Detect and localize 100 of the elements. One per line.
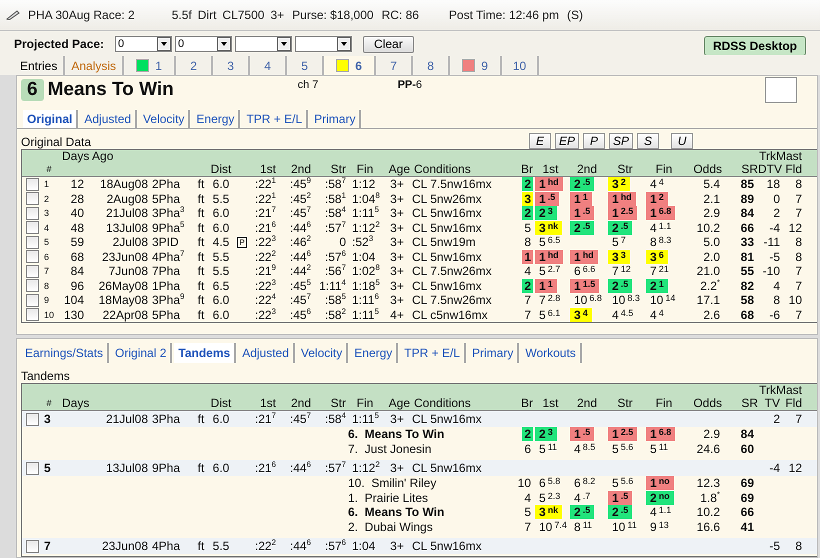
style-button[interactable]: S [637, 133, 660, 149]
table-cell-text: 8 [772, 293, 780, 308]
table-cell-text: ft [196, 461, 206, 475]
table-cell-text: 2.2$^{*}$ [699, 278, 721, 293]
table-cell-text: -11 [762, 235, 780, 250]
table-cell-text: 5Pha [151, 192, 182, 206]
view-tab[interactable]: Original [23, 110, 78, 128]
table-cell-text: 6.0 [212, 308, 230, 322]
table-cell-text: 6.0 [212, 220, 230, 235]
race-info-text: Post Time: 12:46 pm [448, 8, 559, 22]
table-cell-text: CL 5nw16mx [411, 250, 483, 264]
style-button[interactable]: SP [609, 133, 634, 149]
style-button[interactable]: EP [555, 133, 580, 149]
pace-dropdown[interactable] [235, 36, 292, 52]
table-cell-text: 2 [43, 194, 50, 204]
style-button[interactable]: U [671, 133, 694, 149]
row-checkbox[interactable] [26, 540, 39, 552]
table-cell-text: :44$^{6}$ [288, 250, 311, 264]
table-cell-text: :58$^{4}$ [324, 206, 346, 220]
race-info-text: (S) [566, 8, 583, 22]
table-cell-text: :52$^{3}$ [351, 235, 374, 250]
row-checkbox[interactable] [26, 206, 39, 220]
race-info-text: Dirt [198, 8, 216, 22]
table-cell-text: 7 [794, 206, 802, 220]
pace-dropdown[interactable]: 0 [175, 36, 232, 52]
table-cell-text: 7 [794, 308, 802, 322]
table-cell-text: 10.2 [696, 505, 721, 520]
row-checkbox[interactable] [26, 236, 39, 249]
column-header: Conditions [413, 163, 472, 176]
table-cell-text: ft [196, 235, 206, 250]
table-cell-text: CL 5nw16mx [411, 412, 483, 426]
table-cell-text: 13Jul08 [104, 461, 148, 475]
table-cell-text: 7 [794, 412, 802, 426]
row-checkbox[interactable] [26, 294, 39, 307]
detail-tab[interactable]: Tandems [174, 343, 236, 363]
table-cell-text: 5.5 [212, 264, 230, 278]
table-cell-text: 4+ [389, 308, 405, 322]
row-checkbox[interactable] [26, 178, 39, 191]
table-cell-text: 1:04 [351, 250, 376, 264]
pace-dropdown[interactable] [295, 36, 352, 52]
table-cell-text: 82 [740, 278, 755, 293]
post-position-cell-text: 5 [523, 220, 532, 235]
horse-tab[interactable]: 6 [324, 56, 376, 75]
row-checkbox[interactable] [26, 462, 39, 474]
table-cell-text: 5.4 [702, 177, 721, 192]
row-checkbox[interactable] [26, 250, 39, 264]
table-cell-text: ft [196, 278, 206, 293]
row-checkbox[interactable] [26, 264, 39, 278]
table-cell-text: 1:11$^{6}$ [351, 293, 380, 308]
table-cell-text: 104 [62, 293, 84, 308]
table-cell-text: 3+ [389, 412, 405, 426]
table-cell-text: 2.6 [702, 308, 721, 322]
column-header: Fld [784, 397, 802, 410]
table-cell-text: CL 5nw16mx [411, 539, 483, 553]
table-cell-text: 2.1 [702, 192, 721, 206]
post-position-cell-text: 5 [523, 505, 532, 520]
table-cell-text: 3+ [389, 461, 405, 475]
table-cell-text: 3+ [389, 206, 405, 220]
column-header: Days [61, 397, 90, 410]
row-checkbox[interactable] [26, 192, 39, 206]
table-cell-text: CL 7.5nw26mx [411, 293, 493, 308]
table-cell-text: 84 [740, 206, 755, 220]
table-cell-text: ft [196, 206, 206, 220]
table-cell-text: 3Pha [151, 412, 182, 426]
column-header: Age [388, 163, 410, 176]
table-cell-text: -5 [768, 539, 780, 553]
table-cell-text: :22$^{3}$ [254, 308, 276, 322]
desktop-button[interactable]: RDSS Desktop [704, 36, 806, 56]
column-header: TrkMast [758, 150, 802, 163]
table-cell-text: 66 [740, 220, 755, 235]
style-button[interactable]: P [583, 133, 606, 149]
table-cell-text: :21$^{7}$ [254, 412, 276, 426]
table-cell-text: :22$^{1}$ [254, 192, 276, 206]
column-header: 1st [541, 397, 560, 410]
table-cell-text: 3+ [389, 177, 405, 192]
race-info-text: CL7500 [222, 8, 264, 22]
style-button[interactable]: E [529, 133, 551, 149]
column-header: Dist [210, 397, 232, 410]
column-header: SR [740, 397, 758, 410]
column-header: Str [616, 397, 634, 410]
post-position-cell-text: 4 [523, 264, 532, 278]
table-cell-text: 16.6 [696, 520, 721, 534]
section-title: Tandems [21, 369, 70, 383]
table-cell-text: :58$^{2}$ [324, 308, 346, 322]
pace-dropdown[interactable]: 0 [115, 36, 172, 52]
runner-name: 2. Dubai Wings [347, 520, 434, 534]
row-checkbox[interactable] [26, 308, 39, 322]
row-checkbox[interactable] [26, 221, 39, 234]
post-position-cell-text: 7 [523, 520, 532, 534]
table-cell-text: 3+ [389, 192, 405, 206]
column-header: TrkMast [758, 384, 802, 397]
row-checkbox[interactable] [26, 412, 39, 426]
table-cell-text: :22$^{2}$ [254, 250, 276, 264]
clear-button[interactable]: Clear [363, 36, 414, 52]
row-checkbox[interactable] [26, 279, 39, 292]
race-info-text: Purse: $18,000 [292, 8, 374, 22]
table-cell-text: 3+ [389, 539, 405, 553]
post-position-cell-text: 6 [523, 442, 532, 456]
table-cell-text: 3Pha$^{3}$ [151, 206, 186, 220]
table-cell-text: 8 [43, 280, 50, 291]
